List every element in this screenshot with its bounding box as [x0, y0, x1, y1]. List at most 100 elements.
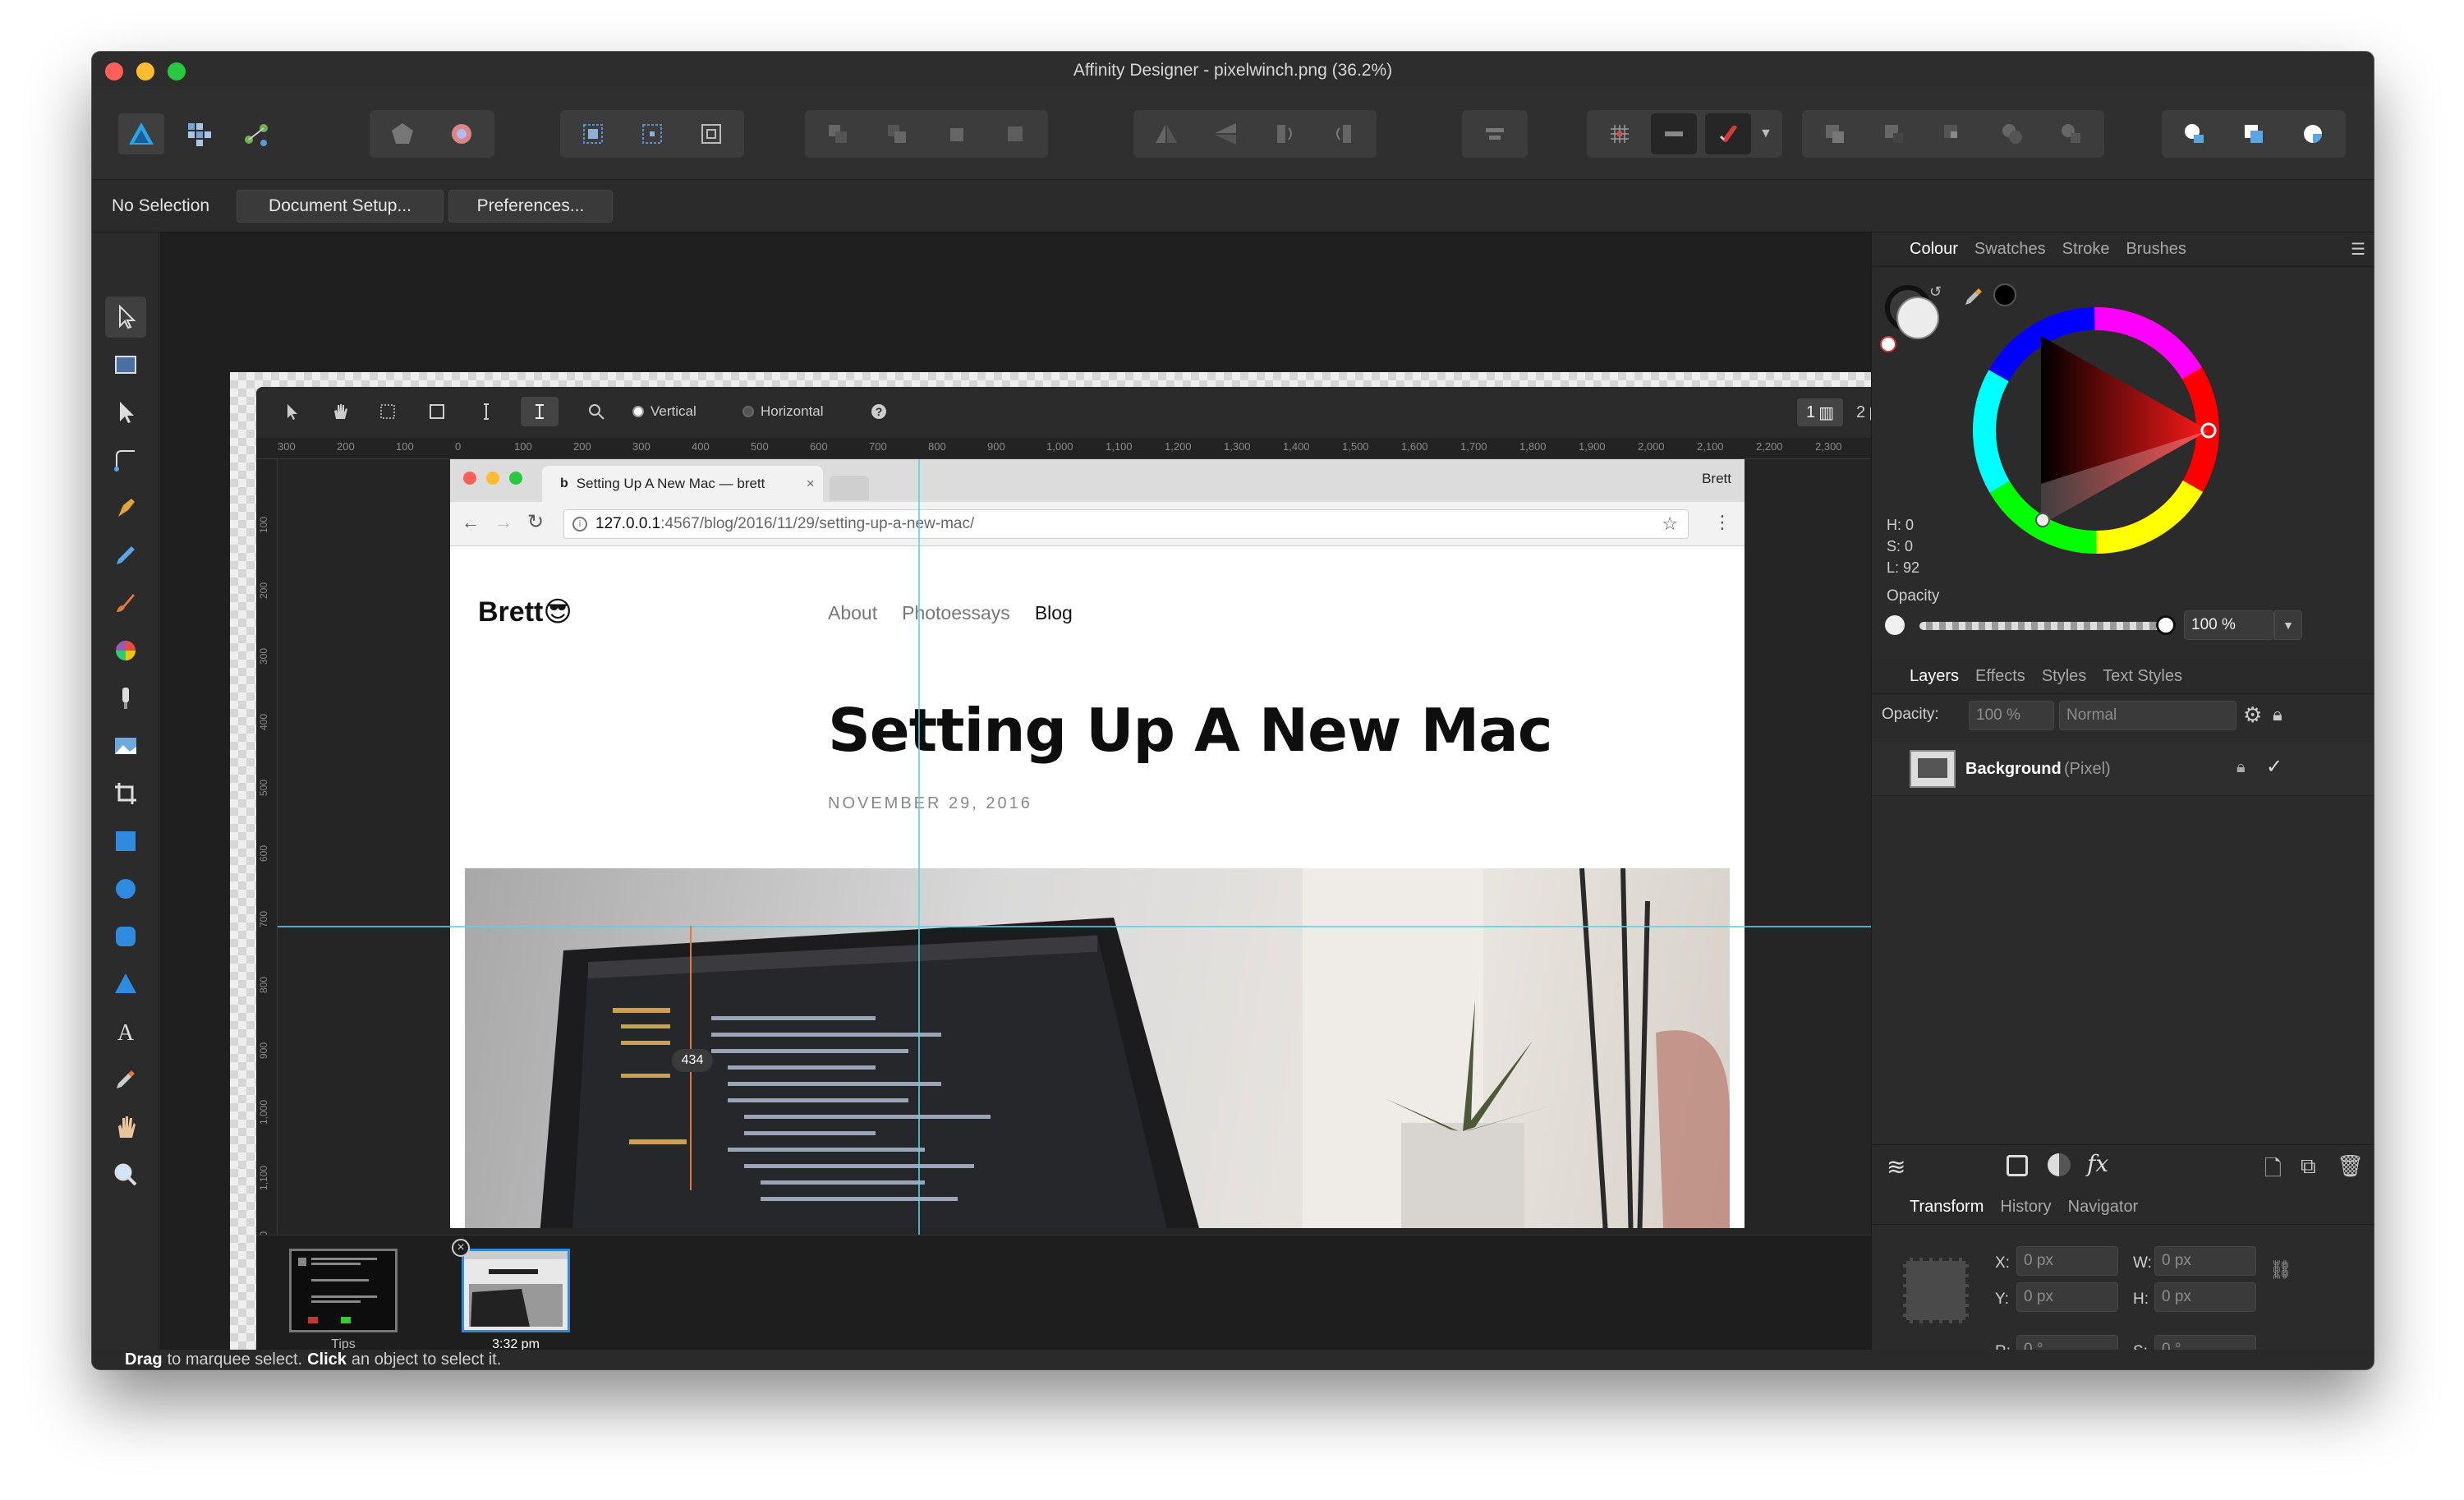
browser-minimize-button[interactable] — [486, 472, 499, 485]
rectangle-tool[interactable] — [105, 821, 146, 862]
horizontal-radio[interactable]: Horizontal — [742, 403, 824, 420]
menu-dots-icon[interactable]: ⋮ — [1713, 512, 1731, 533]
tab-history[interactable]: History — [2000, 1198, 2051, 1217]
fill-tool[interactable] — [105, 630, 146, 671]
reload-icon[interactable]: ↻ — [527, 510, 544, 534]
move-back-one-button[interactable] — [874, 113, 920, 154]
export-persona-button[interactable] — [233, 113, 279, 154]
nav-about-link[interactable]: About — [828, 602, 877, 624]
layer-settings-gear-icon[interactable]: ⚙ — [2243, 702, 2262, 728]
vertical-guide[interactable] — [918, 459, 920, 1281]
x-field[interactable]: 0 px — [2016, 1246, 2118, 1276]
minimize-window-button[interactable] — [136, 62, 154, 81]
opacity-dropdown-icon[interactable]: ▼ — [2274, 610, 2302, 640]
pw-rectangle-tool[interactable] — [425, 400, 448, 423]
layer-opacity-field[interactable]: 100 % — [1969, 701, 2054, 730]
mask-layer-icon[interactable] — [2007, 1155, 2028, 1176]
view-tool[interactable] — [105, 1107, 146, 1148]
site-logo[interactable]: Brett😎 — [478, 596, 572, 628]
add-button[interactable] — [1812, 113, 1858, 154]
designer-persona-button[interactable] — [118, 113, 164, 154]
move-to-front-button[interactable] — [992, 113, 1038, 154]
pw-guide-tool[interactable] — [521, 397, 559, 426]
tab-swatches[interactable]: Swatches — [1974, 240, 2046, 259]
pw-hand-tool[interactable] — [329, 400, 352, 423]
align-button[interactable] — [1472, 113, 1518, 154]
tab-brushes[interactable]: Brushes — [2126, 240, 2186, 259]
layers-stack-icon[interactable]: ≋ — [1887, 1153, 1905, 1180]
assistant-button[interactable] — [439, 113, 485, 154]
move-to-back-button[interactable] — [815, 113, 861, 154]
insert-top-button[interactable] — [2290, 113, 2336, 154]
view-1-button[interactable]: 1 ▥ — [1797, 398, 1843, 426]
pw-zoom-tool[interactable] — [585, 400, 608, 423]
canvas-area[interactable]: Vertical Horizontal ? 1▥ 2▦ 3▦ 300 200 100… — [160, 232, 1942, 1369]
tab-colour[interactable]: Colour — [1910, 240, 1958, 259]
remove-snapshot-icon[interactable]: × — [452, 1239, 470, 1257]
corner-tool[interactable] — [105, 439, 146, 481]
snapshot-thumbnail[interactable] — [462, 1249, 570, 1332]
delete-layer-icon[interactable]: 🗑︎ — [2337, 1153, 2364, 1179]
pw-marquee-tool[interactable] — [376, 400, 399, 423]
tips-thumbnail[interactable] — [289, 1249, 398, 1332]
pw-measure-tool[interactable] — [475, 400, 498, 423]
crop-tool[interactable] — [105, 773, 146, 814]
snapping-dropdown-icon[interactable]: ▼ — [1759, 127, 1772, 141]
ellipse-tool[interactable] — [105, 868, 146, 909]
y-field[interactable]: 0 px — [2016, 1282, 2118, 1312]
preferences-button[interactable]: Preferences... — [448, 190, 613, 223]
flip-vertical-button[interactable] — [1202, 113, 1248, 154]
tab-text-styles[interactable]: Text Styles — [2103, 667, 2182, 686]
zoom-tool[interactable] — [105, 1154, 146, 1195]
colour-wheel[interactable] — [1969, 303, 2223, 558]
triangle-tool[interactable] — [105, 964, 146, 1005]
place-image-tool[interactable] — [105, 725, 146, 766]
pencil-tool[interactable] — [105, 535, 146, 576]
new-tab-button[interactable] — [830, 476, 869, 500]
anchor-selector[interactable] — [1903, 1258, 1969, 1323]
layer-lock-icon[interactable]: 🔒︎ — [2236, 758, 2246, 777]
tab-stroke[interactable]: Stroke — [2062, 240, 2110, 259]
browser-profile[interactable]: Brett — [1702, 471, 1731, 487]
flip-horizontal-button[interactable] — [1143, 113, 1189, 154]
horizontal-guide[interactable] — [278, 926, 1928, 927]
add-group-icon[interactable]: ⧉ — [2301, 1153, 2316, 1180]
url-field[interactable]: i 127.0.0.1:4567/blog/2016/11/29/setting… — [563, 509, 1689, 539]
pen-tool[interactable] — [105, 487, 146, 528]
tab-effects[interactable]: Effects — [1975, 667, 2025, 686]
insert-behind-button[interactable] — [2231, 113, 2277, 154]
blend-mode-select[interactable]: Normal — [2059, 701, 2236, 730]
close-window-button[interactable] — [105, 62, 123, 81]
bounding-box-button[interactable] — [688, 113, 734, 154]
pixel-persona-button[interactable] — [176, 113, 222, 154]
transform-origin-button[interactable] — [629, 113, 675, 154]
grid-button[interactable] — [1597, 113, 1643, 154]
move-forward-one-button[interactable] — [933, 113, 979, 154]
publish-button[interactable] — [379, 113, 425, 154]
tab-styles[interactable]: Styles — [2042, 667, 2086, 686]
none-colour-icon[interactable] — [1880, 336, 1896, 352]
browser-maximize-button[interactable] — [509, 472, 522, 485]
artboard-tool[interactable] — [105, 344, 146, 385]
tab-layers[interactable]: Layers — [1910, 667, 1959, 686]
tab-close-icon[interactable]: × — [807, 476, 815, 492]
h-field[interactable]: 0 px — [2154, 1282, 2256, 1312]
colour-picker-tool[interactable] — [105, 1059, 146, 1100]
swap-colours-icon[interactable]: ↺ — [1929, 283, 1942, 301]
fill-colour-well[interactable] — [1896, 297, 1939, 339]
layer-visibility-check-icon[interactable]: ✓ — [2266, 755, 2282, 779]
show-select-box-button[interactable] — [570, 113, 616, 154]
node-tool[interactable] — [105, 392, 146, 433]
snapping-button[interactable] — [1705, 113, 1751, 154]
opacity-slider[interactable] — [1919, 615, 2176, 635]
opacity-slider-thumb[interactable] — [2156, 615, 2176, 635]
link-aspect-icon[interactable]: ⛓︎ — [2269, 1259, 2292, 1281]
text-tool[interactable]: A — [105, 1011, 146, 1052]
layer-row[interactable]: Background (Pixel) 🔒︎ ✓ — [1872, 742, 2374, 796]
transparency-tool[interactable] — [105, 678, 146, 719]
panel-menu-icon[interactable]: ☰ — [2351, 239, 2365, 260]
pw-help-button[interactable]: ? — [867, 400, 890, 423]
vertical-radio[interactable]: Vertical — [632, 403, 696, 420]
snap-options-button[interactable] — [1651, 113, 1697, 154]
pw-pointer-tool[interactable] — [281, 400, 304, 423]
